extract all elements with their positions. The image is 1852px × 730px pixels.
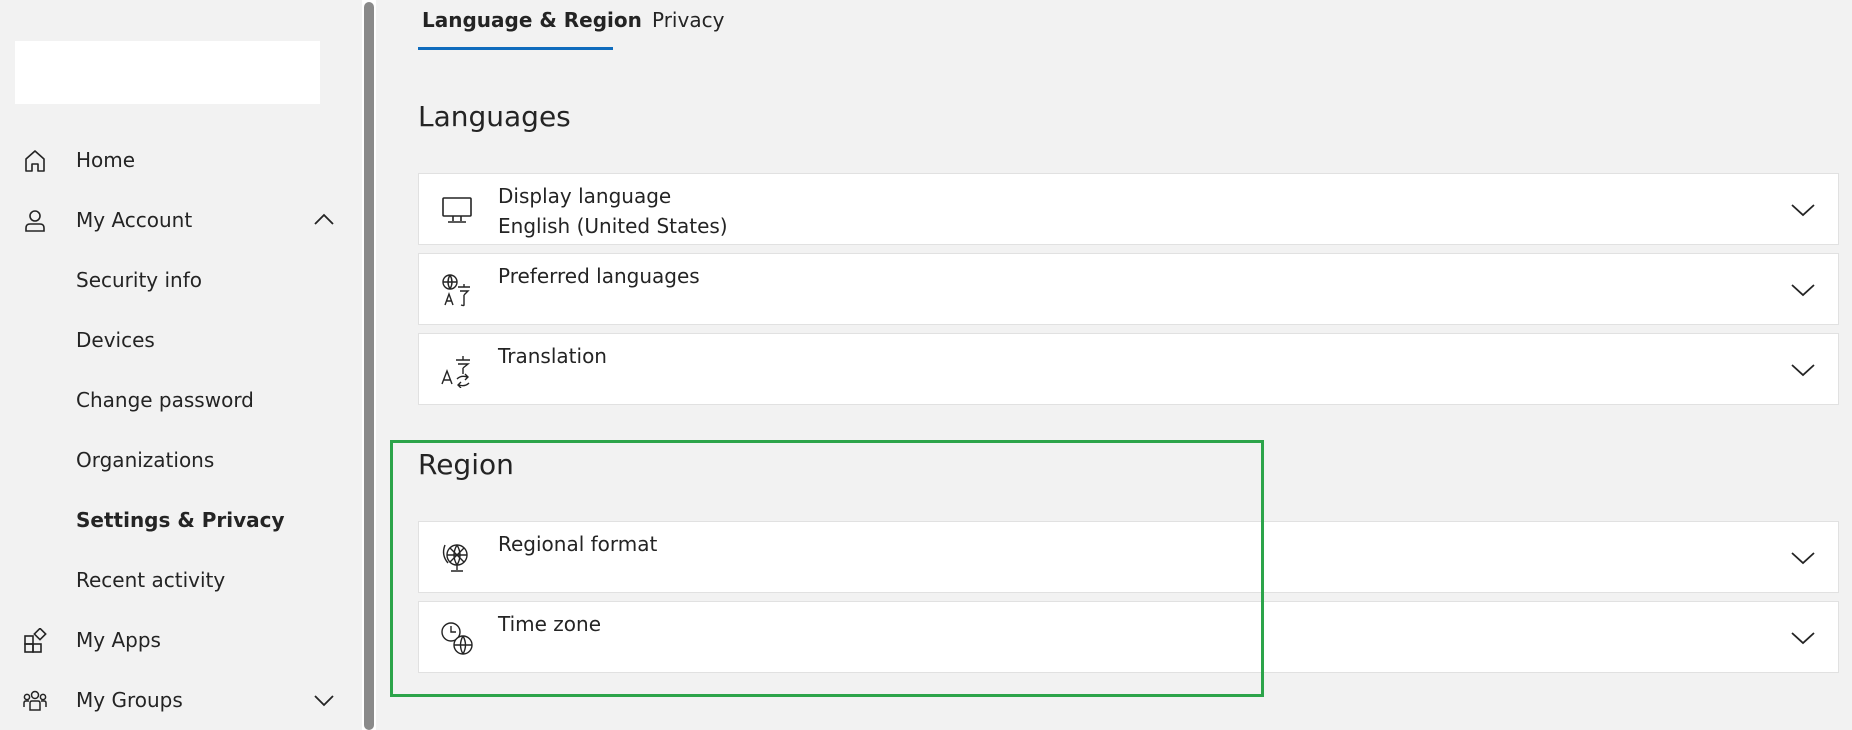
chevron-down-icon[interactable] xyxy=(312,690,336,710)
chevron-down-icon[interactable] xyxy=(1789,548,1817,568)
card-title: Preferred languages xyxy=(498,264,700,288)
sidebar-item-change-password[interactable]: Change password xyxy=(0,378,345,422)
sidebar-item-devices[interactable]: Devices xyxy=(0,318,345,362)
sidebar-item-label: My Groups xyxy=(76,688,183,712)
translation-card[interactable]: Translation xyxy=(418,333,1839,405)
region-highlight-box xyxy=(390,440,1264,697)
sidebar-item-label: Change password xyxy=(76,388,254,412)
sidebar-item-label: Organizations xyxy=(76,448,215,472)
chevron-down-icon[interactable] xyxy=(1789,360,1817,380)
chevron-down-icon[interactable] xyxy=(1789,200,1817,220)
sidebar-item-home[interactable]: Home xyxy=(0,138,345,182)
chevron-down-icon[interactable] xyxy=(1789,280,1817,300)
active-tab-indicator xyxy=(418,47,613,50)
tab-privacy[interactable]: Privacy xyxy=(652,8,724,32)
org-logo xyxy=(15,41,320,104)
chevron-up-icon[interactable] xyxy=(312,210,336,230)
translate-icon xyxy=(441,356,470,388)
person-icon xyxy=(25,210,45,232)
sidebar-item-my-apps[interactable]: My Apps xyxy=(0,618,345,662)
sidebar-item-label: My Account xyxy=(76,208,193,232)
sidebar-item-security-info[interactable]: Security info xyxy=(0,258,345,302)
sidebar-scrollbar-thumb[interactable] xyxy=(364,2,374,730)
sidebar: Home My Account Security info Devices Ch… xyxy=(0,0,360,730)
languages-heading: Languages xyxy=(418,100,571,133)
card-title: Translation xyxy=(498,344,607,368)
card-title: Display language xyxy=(498,184,672,208)
sidebar-item-my-account[interactable]: My Account xyxy=(0,198,345,242)
apps-icon xyxy=(24,628,47,653)
monitor-icon xyxy=(442,197,472,223)
people-icon xyxy=(23,690,47,711)
sidebar-item-organizations[interactable]: Organizations xyxy=(0,438,345,482)
preferred-languages-card[interactable]: Preferred languages xyxy=(418,253,1839,325)
tab-language-region[interactable]: Language & Region xyxy=(422,8,642,32)
language-icon xyxy=(442,274,470,307)
sidebar-item-label: Security info xyxy=(76,268,202,292)
sidebar-item-label: Home xyxy=(76,148,136,172)
sidebar-item-label: My Apps xyxy=(76,628,161,652)
chevron-down-icon[interactable] xyxy=(1789,628,1817,648)
card-value: English (United States) xyxy=(498,214,728,238)
sidebar-item-my-groups[interactable]: My Groups xyxy=(0,678,345,722)
sidebar-item-label: Devices xyxy=(76,328,155,352)
display-language-card[interactable]: Display language English (United States) xyxy=(418,173,1839,245)
sidebar-item-label: Recent activity xyxy=(76,568,226,592)
sidebar-item-label: Settings & Privacy xyxy=(76,508,285,532)
sidebar-item-settings-privacy[interactable]: Settings & Privacy xyxy=(0,498,345,542)
home-icon xyxy=(25,150,45,172)
sidebar-item-recent-activity[interactable]: Recent activity xyxy=(0,558,345,602)
